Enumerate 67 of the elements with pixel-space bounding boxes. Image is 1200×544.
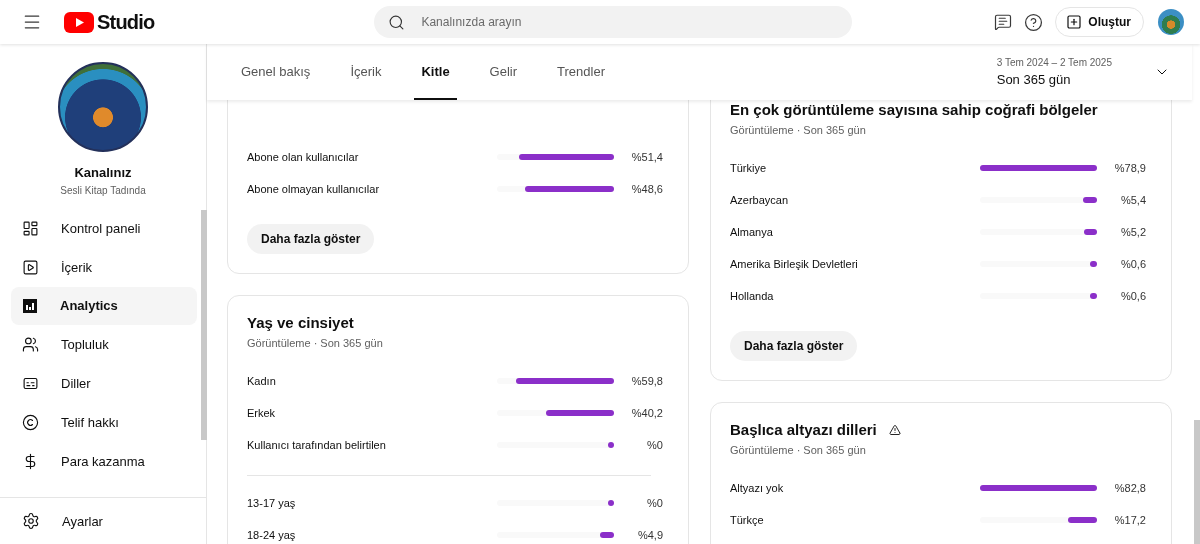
percentage-value: %0 [646, 497, 664, 509]
tab[interactable]: Kitle [414, 64, 457, 100]
sidebar-item[interactable]: Diller [11, 364, 197, 403]
play-logo-icon [64, 11, 94, 33]
settings-icon [22, 512, 40, 530]
percentage-value: %17,2 [1113, 514, 1147, 526]
search-icon [388, 13, 406, 31]
row-label: Abone olan kullanıcılar [247, 151, 360, 163]
row-label: Kadın [247, 375, 277, 387]
card-title: Yaş ve cinsiyet [247, 314, 354, 331]
card-subtitle: Görüntüleme · Son 365 gün [730, 444, 867, 456]
percentage-value: %78,9 [1113, 162, 1147, 174]
search-bar[interactable]: Kanalınızda arayın [374, 6, 853, 38]
create-button[interactable]: Oluştur [1055, 7, 1144, 37]
card-title: Başlıca altyazı dilleri [730, 421, 877, 438]
date-range-picker[interactable]: 3 Tem 2024 – 2 Tem 2025 Son 365 gün [996, 57, 1192, 87]
row-label: Türkiye [730, 162, 768, 174]
sidebar-item[interactable]: Kontrol paneli [11, 209, 197, 248]
row-label: Abone olmayan kullanıcılar [247, 183, 381, 195]
tab[interactable]: Gelir [482, 64, 525, 100]
percentage-value: %0 [646, 439, 664, 451]
tab[interactable]: Genel bakış [234, 64, 318, 100]
sidebar-item[interactable]: Para kazanma [11, 441, 197, 481]
card-subtitle: Görüntüleme · Son 365 gün [247, 337, 384, 349]
row-label: 18-24 yaş [247, 529, 297, 541]
percentage-value: %82,8 [1113, 482, 1147, 494]
sidebar-item[interactable]: Telif hakkı [11, 403, 197, 442]
row-label: Almanya [730, 226, 774, 238]
tab[interactable]: İçerik [343, 64, 389, 100]
feedback-icon[interactable] [994, 13, 1013, 31]
help-icon[interactable] [1024, 12, 1044, 32]
percentage-value: %48,6 [630, 183, 664, 195]
percentage-value: %4,9 [636, 529, 664, 541]
card-title: En çok görüntüleme sayısına sahip coğrafi bölgeler [730, 101, 1098, 118]
play-square-icon [22, 258, 39, 276]
sidebar-item[interactable]: Analytics [11, 286, 197, 326]
row-label: Hollanda [730, 290, 775, 302]
sidebar-item[interactable]: İçerik [11, 247, 197, 287]
dashboard-icon [22, 219, 39, 237]
row-label: Amerika Birleşik Devletleri [730, 258, 859, 270]
percentage-value: %5,4 [1119, 194, 1147, 206]
row-label: Kullanıcı tarafından belirtilen [247, 439, 387, 451]
tab[interactable]: Trendler [550, 64, 612, 100]
copyright-icon [22, 413, 39, 431]
channel-title: Kanalınız [73, 165, 133, 180]
sidebar-item[interactable]: Topluluk [11, 325, 197, 365]
plus-icon [1066, 14, 1083, 30]
row-label: Azerbaycan [730, 194, 790, 206]
percentage-value: %40,2 [630, 407, 664, 419]
people-icon [22, 336, 39, 354]
show-more-button[interactable]: Daha fazla göster [730, 331, 858, 361]
percentage-value: %59,8 [630, 375, 664, 387]
row-label: Altyazı yok [730, 482, 785, 494]
row-label: Erkek [247, 407, 277, 419]
percentage-value: %0,6 [1119, 258, 1147, 270]
percentage-value: %51,4 [630, 151, 664, 163]
search-input[interactable]: Kanalınızda arayın [419, 14, 853, 30]
row-label: 13-17 yaş [247, 497, 297, 509]
show-more-button[interactable]: Daha fazla göster [247, 224, 375, 254]
row-label: Türkçe [730, 514, 765, 526]
avatar[interactable] [1158, 9, 1184, 35]
analytics-icon [22, 298, 38, 314]
logo-text: Studio [97, 10, 155, 34]
percentage-value: %5,2 [1119, 226, 1147, 238]
channel-name: Sesli Kitap Tadında [59, 185, 147, 196]
percentage-value: %0,6 [1119, 290, 1147, 302]
card-subtitle: Görüntüleme · Son 365 gün [730, 124, 867, 136]
